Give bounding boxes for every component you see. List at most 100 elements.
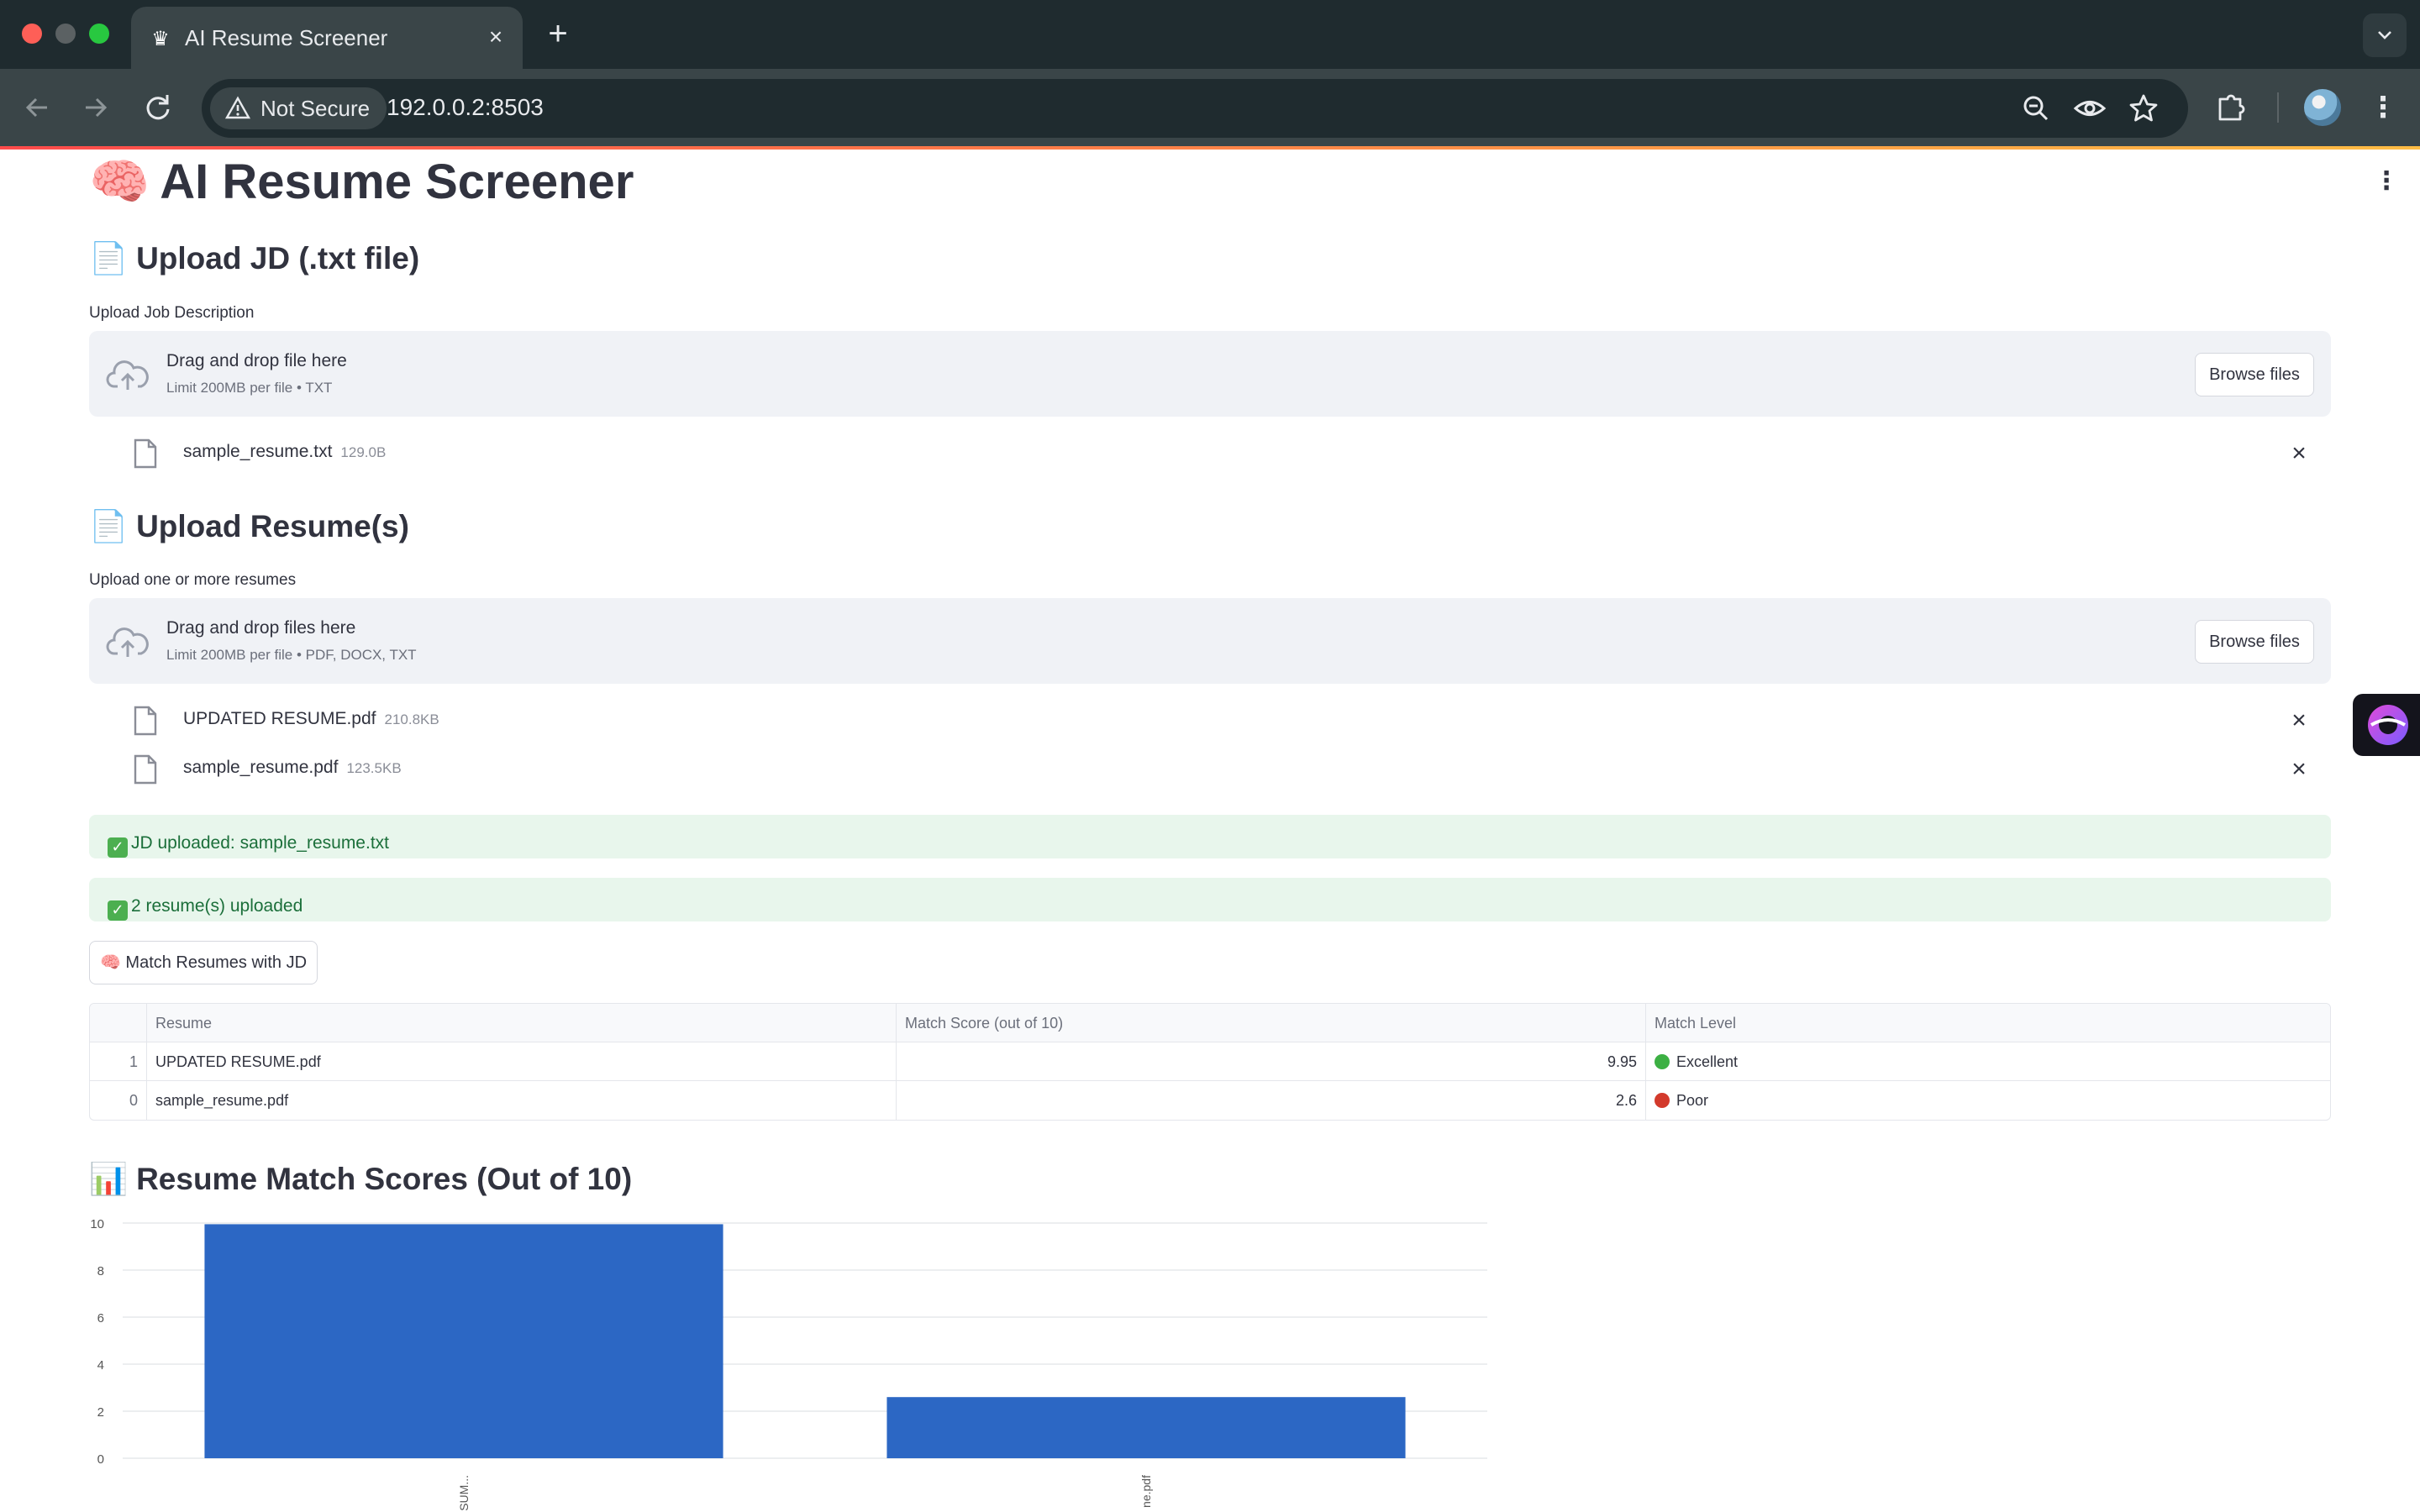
remove-file-icon[interactable]: × (2284, 754, 2314, 785)
browse-files-button[interactable]: Browse files (2195, 353, 2314, 396)
resume-heading-text: Upload Resume(s) (136, 509, 409, 543)
bookmark-star-icon[interactable] (2126, 91, 2161, 126)
file-icon (134, 754, 157, 785)
brain-icon: 🧠 (89, 153, 150, 210)
bar[interactable] (204, 1224, 723, 1458)
y-tick-label: 8 (97, 1264, 104, 1278)
reload-icon (146, 95, 170, 120)
uploaded-file-row: UPDATED RESUME.pdf 210.8KB × (89, 699, 2331, 741)
y-tick-label: 4 (97, 1358, 104, 1373)
jd-dropzone[interactable]: Drag and drop file here Limit 200MB per … (89, 331, 2331, 417)
dropzone-title: Drag and drop file here (166, 351, 347, 370)
file-size: 129.0B (340, 444, 387, 460)
dropzone-limit: Limit 200MB per file • TXT (166, 380, 333, 396)
table-row: 0 sample_resume.pdf 2.6 Poor (90, 1081, 2330, 1120)
reload-button[interactable] (138, 87, 178, 128)
tab-search-button[interactable] (2363, 13, 2407, 57)
tab-title: AI Resume Screener (185, 25, 388, 50)
crown-favicon-icon: ♛ (151, 28, 170, 50)
assistant-logo-icon (2368, 705, 2408, 745)
level-text: Excellent (1676, 1053, 1739, 1070)
match-resumes-button[interactable]: 🧠 Match Resumes with JD (89, 941, 318, 984)
check-icon: ✓ (108, 900, 128, 921)
browser-menu-button[interactable]: ⋮ (2368, 89, 2398, 126)
resume-column-header[interactable]: Resume (147, 1004, 897, 1042)
close-window-button[interactable] (22, 24, 42, 44)
back-button[interactable] (17, 87, 57, 128)
file-icon (134, 438, 157, 469)
cloud-upload-icon (106, 360, 149, 390)
uploaded-file-row: sample_resume.pdf 123.5KB × (89, 748, 2331, 790)
resume-section-heading: 📄 Upload Resume(s) (89, 508, 409, 545)
remove-file-icon[interactable]: × (2284, 706, 2314, 736)
browse-files-button[interactable]: Browse files (2195, 620, 2314, 664)
table-header-row: Resume Match Score (out of 10) Match Lev… (90, 1004, 2330, 1042)
x-tick-label: SUM... (457, 1475, 471, 1511)
jd-uploader-label: Upload Job Description (89, 304, 255, 322)
chevron-down-icon (2378, 31, 2391, 39)
url-text[interactable]: 192.0.0.2:8503 (387, 94, 544, 121)
tab-close-icon[interactable]: × (482, 24, 509, 50)
cloud-upload-icon (106, 627, 149, 657)
resume-cell[interactable]: sample_resume.pdf (147, 1081, 897, 1120)
level-status-dot (1655, 1054, 1670, 1069)
score-cell[interactable]: 2.6 (897, 1081, 1646, 1120)
file-size: 210.8KB (384, 711, 439, 727)
dropzone-title: Drag and drop files here (166, 618, 356, 638)
eye-icon[interactable] (2072, 91, 2107, 126)
security-label: Not Secure (260, 96, 371, 121)
new-tab-button[interactable]: + (541, 15, 575, 52)
zoom-out-icon[interactable] (2018, 91, 2054, 126)
browser-toolbar: Not Secure 192.0.0.2:8503 ⋮ (0, 69, 2420, 146)
index-header (90, 1004, 147, 1042)
level-column-header[interactable]: Match Level (1646, 1004, 2330, 1042)
y-tick-label: 10 (90, 1217, 104, 1231)
browser-tab-strip: ♛ AI Resume Screener × + (0, 0, 2420, 69)
match-score-bar-chart[interactable]: 0 2 4 6 8 10 SUM... ne.pdf (84, 1215, 1512, 1512)
file-icon (134, 706, 157, 736)
bar-chart-icon: 📊 (89, 1161, 129, 1197)
profile-avatar[interactable] (2304, 89, 2341, 126)
arrow-left-icon (25, 97, 47, 118)
minimize-window-button[interactable] (55, 24, 76, 44)
jd-heading-text: Upload JD (.txt file) (136, 241, 420, 276)
extensions-puzzle-icon[interactable] (2213, 89, 2250, 126)
level-text: Poor (1676, 1092, 1709, 1109)
chart-section-heading: 📊 Resume Match Scores (Out of 10) (89, 1161, 632, 1198)
y-tick-label: 0 (97, 1452, 104, 1467)
table-row: 1 UPDATED RESUME.pdf 9.95 Excellent (90, 1042, 2330, 1081)
level-cell[interactable]: Excellent (1646, 1042, 2330, 1080)
results-table[interactable]: Resume Match Score (out of 10) Match Lev… (89, 1003, 2331, 1121)
document-icon: 📄 (89, 508, 129, 544)
maximize-window-button[interactable] (89, 24, 109, 44)
check-icon: ✓ (108, 837, 128, 858)
x-tick-label: ne.pdf (1139, 1475, 1153, 1508)
site-info-chip[interactable]: Not Secure (210, 87, 387, 129)
toolbar-divider (2277, 92, 2279, 123)
file-name: sample_resume.pdf (183, 758, 339, 777)
score-column-header[interactable]: Match Score (out of 10) (897, 1004, 1646, 1042)
streamlit-header-decoration (0, 146, 2420, 150)
alert-text: 2 resume(s) uploaded (131, 896, 303, 916)
row-index: 0 (90, 1081, 147, 1120)
floating-assistant-widget[interactable] (2353, 694, 2420, 756)
level-cell[interactable]: Poor (1646, 1081, 2330, 1120)
bar[interactable] (886, 1397, 1406, 1458)
forward-button[interactable] (76, 87, 116, 128)
address-bar[interactable]: Not Secure 192.0.0.2:8503 (202, 79, 2188, 138)
uploaded-file-row: sample_resume.txt 129.0B × (89, 432, 2331, 474)
resume-dropzone[interactable]: Drag and drop files here Limit 200MB per… (89, 598, 2331, 684)
browser-tab-active[interactable]: ♛ AI Resume Screener × (131, 7, 523, 69)
resume-cell[interactable]: UPDATED RESUME.pdf (147, 1042, 897, 1080)
resume-uploader-label: Upload one or more resumes (89, 571, 297, 589)
score-cell[interactable]: 9.95 (897, 1042, 1646, 1080)
alert-text: JD uploaded: sample_resume.txt (131, 833, 389, 853)
arrow-right-icon (86, 97, 108, 118)
jd-uploaded-alert: ✓ JD uploaded: sample_resume.txt (89, 815, 2331, 858)
jd-section-heading: 📄 Upload JD (.txt file) (89, 240, 419, 277)
remove-file-icon[interactable]: × (2284, 438, 2314, 469)
level-status-dot (1655, 1093, 1670, 1108)
y-tick-label: 6 (97, 1311, 104, 1326)
app-main-menu-button[interactable]: ⋮ (2373, 166, 2400, 197)
row-index: 1 (90, 1042, 147, 1080)
